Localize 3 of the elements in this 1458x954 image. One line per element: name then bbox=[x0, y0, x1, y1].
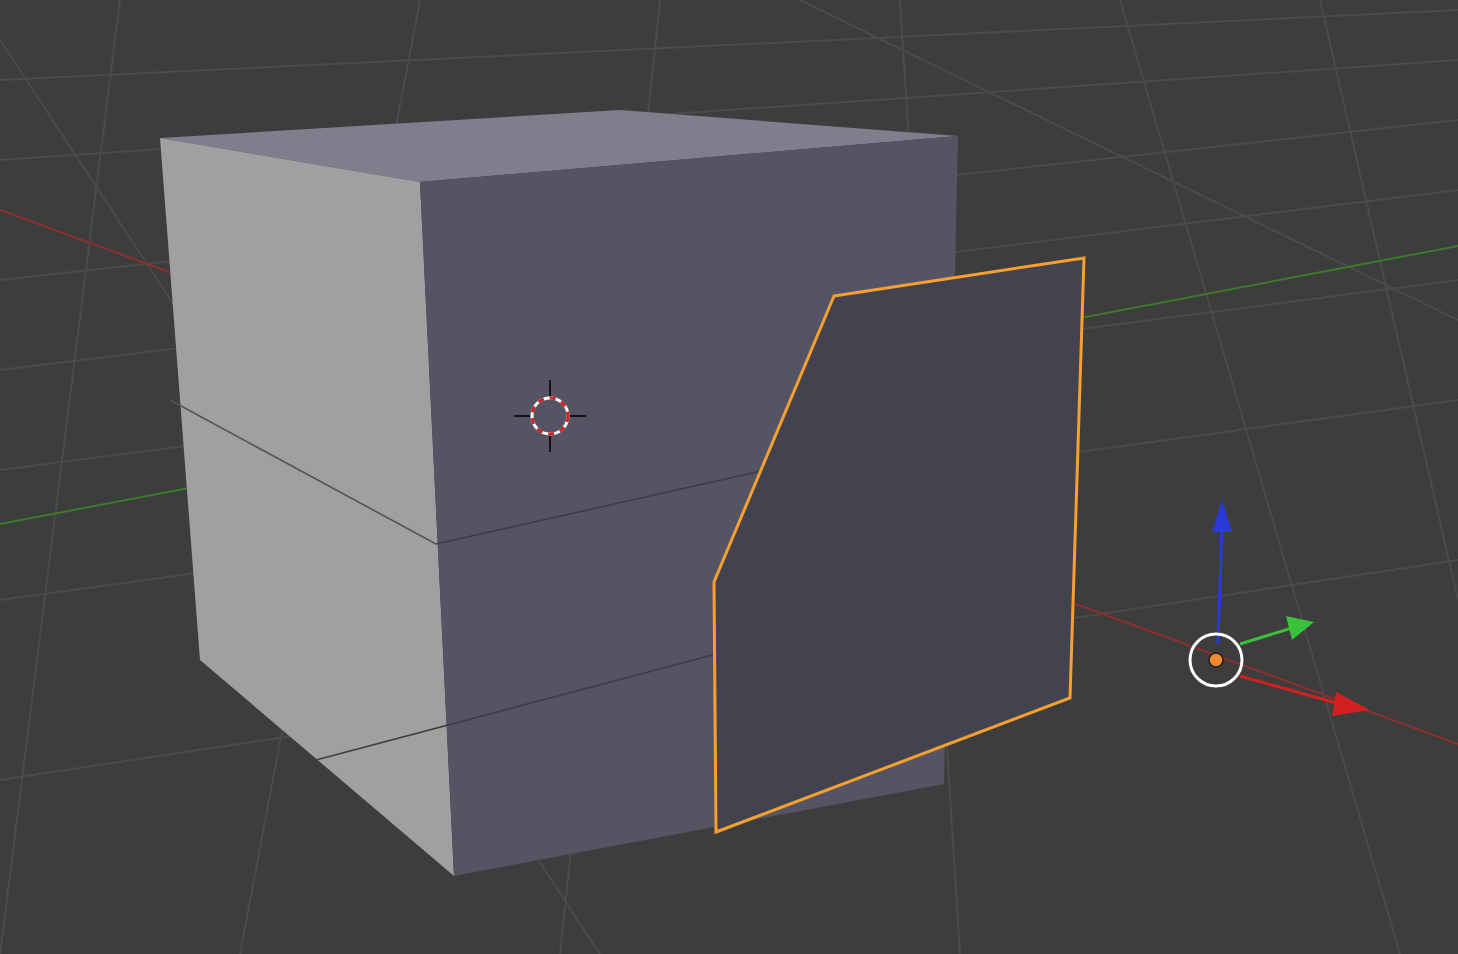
plane-drawing[interactable] bbox=[712, 256, 1086, 835]
cursor-icon[interactable] bbox=[513, 379, 587, 453]
transform-gizmo-icon[interactable] bbox=[1188, 500, 1370, 716]
